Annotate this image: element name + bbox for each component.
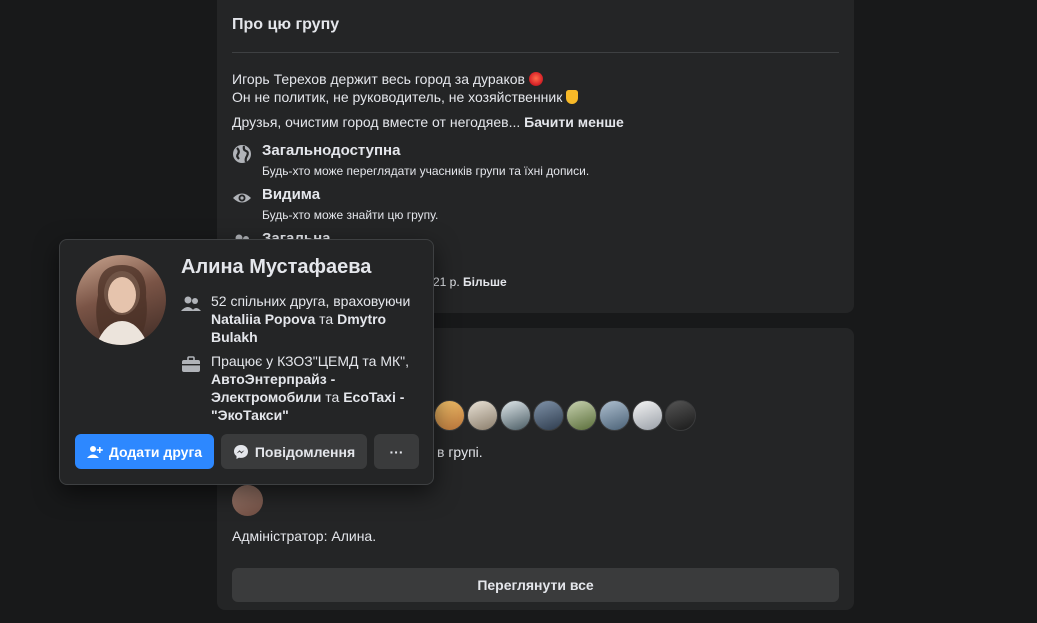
privacy-title: Загальнодоступна (262, 142, 401, 159)
messenger-icon (233, 444, 248, 459)
more-dots-icon: ··· (389, 443, 404, 460)
profile-avatar[interactable] (76, 255, 166, 345)
eye-icon (233, 193, 251, 203)
profile-hover-card: Алина Мустафаева 52 спільних друга, врах… (59, 239, 434, 485)
group-description: Игорь Терехов держит весь город за дурак… (232, 70, 579, 106)
add-friend-icon (86, 445, 103, 458)
desc-line-2: Он не политик, не руководитель, не хозяй… (232, 89, 563, 105)
add-friend-button[interactable]: Додати друга (75, 434, 214, 469)
mutual-friends-row: 52 спільних друга, враховуючи Nataliia P… (181, 292, 421, 346)
member-avatar[interactable] (632, 400, 663, 431)
privacy-public: Загальнодоступна Будь-хто може перегляда… (232, 142, 832, 182)
about-title: Про цю групу (232, 16, 340, 33)
see-less-link[interactable]: Бачити менше (524, 114, 624, 130)
work-prefix: Працює у КЗОЗ"ЦЕМД та МК", (211, 353, 410, 369)
privacy-subtitle: Будь-хто може переглядати учасників груп… (262, 164, 590, 178)
mutual-friend-1[interactable]: Nataliia Popova (211, 311, 315, 327)
history-text: 21 р. (433, 275, 460, 289)
member-avatar[interactable] (500, 400, 531, 431)
desc-line-1: Игорь Терехов держит весь город за дурак… (232, 71, 525, 87)
member-avatar[interactable] (434, 400, 465, 431)
globe-icon (233, 145, 251, 163)
see-all-button[interactable]: Переглянути все (232, 568, 839, 602)
briefcase-icon (182, 356, 200, 372)
history-more-link[interactable]: Більше (463, 275, 507, 289)
mutual-friends-icon (181, 296, 201, 311)
message-label: Повідомлення (254, 443, 356, 460)
member-avatar[interactable] (533, 400, 564, 431)
member-avatar[interactable] (467, 400, 498, 431)
angry-emoji-icon (528, 72, 543, 86)
visibility-visible: Видима Будь-хто може знайти цю групу. (232, 186, 832, 226)
work-row: Працює у КЗОЗ"ЦЕМД та МК", АвтоЭнтерпрай… (181, 352, 421, 424)
message-button[interactable]: Повідомлення (221, 434, 367, 469)
about-divider (232, 52, 839, 53)
visibility-subtitle: Будь-хто може знайти цю групу. (262, 208, 439, 222)
admin-text: Адміністратор: Алина. (232, 528, 377, 544)
member-count-text: в групі. (437, 444, 483, 460)
avatar-silhouette-icon (96, 265, 148, 345)
work-org-1[interactable]: АвтоЭнтерпрайз - Электромобили (211, 371, 335, 405)
group-history: 21 р. Більше (433, 275, 507, 289)
more-options-button[interactable]: ··· (374, 434, 419, 469)
thumbs-down-emoji-icon (566, 90, 579, 104)
visibility-title: Видима (262, 186, 321, 203)
group-description-cont: Друзья, очистим город вместе от негодяев… (232, 113, 624, 131)
work-and: та (325, 389, 340, 405)
mutual-and: та (319, 311, 334, 327)
member-avatar[interactable] (566, 400, 597, 431)
member-avatar[interactable] (665, 400, 696, 431)
mutual-prefix: 52 спільних друга, враховуючи (211, 293, 411, 309)
desc-line-3: Друзья, очистим город вместе от негодяев… (232, 114, 521, 130)
admin-avatar[interactable] (232, 485, 263, 516)
member-avatar[interactable] (599, 400, 630, 431)
add-friend-label: Додати друга (108, 443, 203, 460)
profile-name[interactable]: Алина Мустафаева (181, 256, 371, 279)
